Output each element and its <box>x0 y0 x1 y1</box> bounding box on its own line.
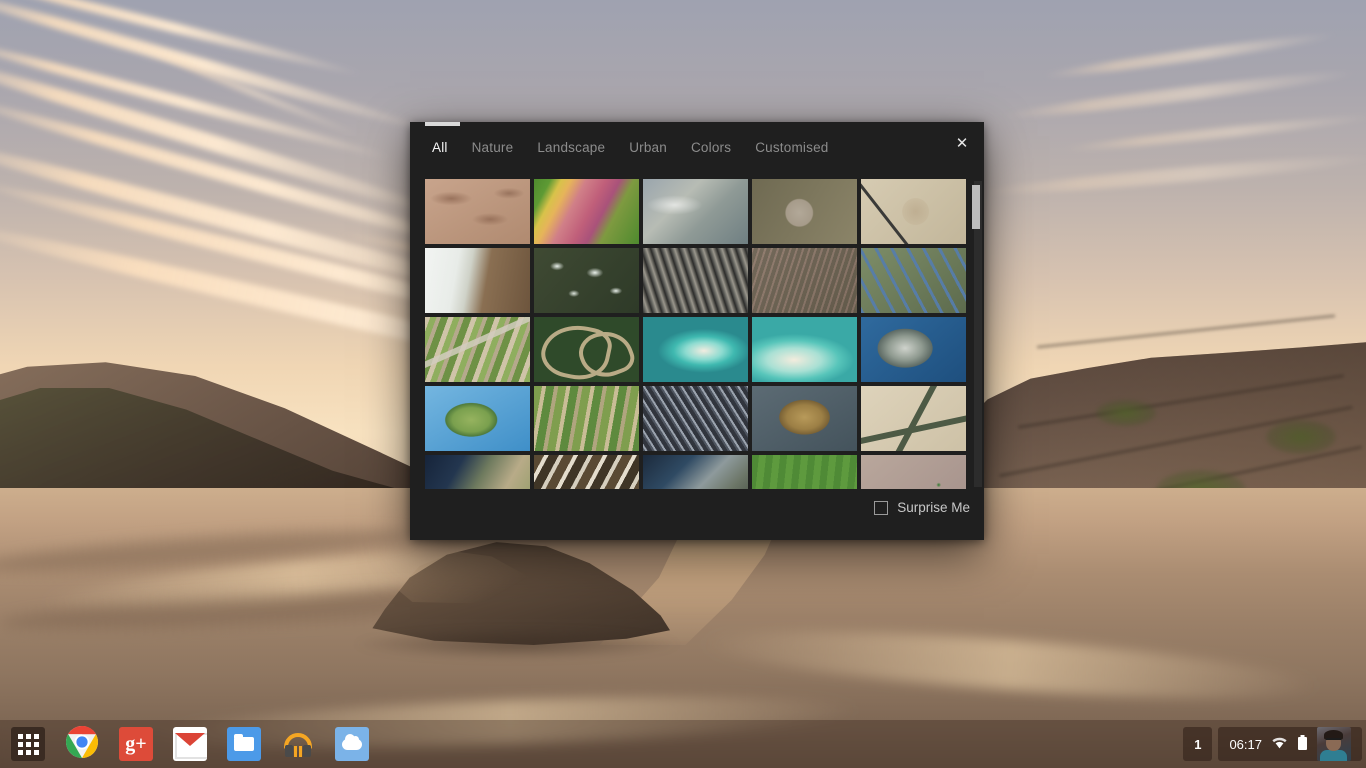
avatar[interactable] <box>1317 727 1351 761</box>
wallpaper-thumb-desert-dunes[interactable] <box>425 179 530 244</box>
wallpaper-thumb-braided-rivers[interactable] <box>861 248 966 313</box>
picker-header: All Nature Landscape Urban Colors Custom… <box>410 122 984 179</box>
wallpaper-thumb-road-through-fields[interactable] <box>425 317 530 382</box>
wallpaper-thumb-green-farmland[interactable] <box>752 455 857 489</box>
shelf-item-play-music[interactable] <box>276 722 320 766</box>
tab-customised[interactable]: Customised <box>755 140 828 155</box>
surprise-me-label: Surprise Me <box>897 500 970 515</box>
wallpaper-grid[interactable] <box>425 179 970 489</box>
picker-footer: Surprise Me <box>410 488 984 540</box>
tab-landscape[interactable]: Landscape <box>537 140 605 155</box>
surprise-me-checkbox[interactable]: Surprise Me <box>874 500 970 515</box>
wallpaper-thumb-reef-rock[interactable] <box>752 386 857 451</box>
grid-icon <box>11 727 45 761</box>
wallpaper-thumb-desert-circles[interactable] <box>861 179 966 244</box>
folder-icon <box>227 727 261 761</box>
wifi-icon <box>1271 736 1288 752</box>
wallpaper-thumb-terraced-fields[interactable] <box>534 455 639 489</box>
wallpaper-grid-area[interactable] <box>410 179 984 489</box>
status-tray: 1 06:17 <box>1183 727 1366 761</box>
tab-colors[interactable]: Colors <box>691 140 731 155</box>
wallpaper-thumb-canyon-ridges[interactable] <box>752 248 857 313</box>
shelf: g+ 1 06:17 <box>0 720 1366 768</box>
google-plus-icon: g+ <box>119 727 153 761</box>
wallpaper-thumb-orchard-rows[interactable] <box>861 455 966 489</box>
wallpaper-thumb-frost-patterns[interactable] <box>643 386 748 451</box>
wallpaper-thumb-green-island[interactable] <box>425 386 530 451</box>
shelf-item-files[interactable] <box>222 722 266 766</box>
wallpaper-thumb-turquoise-lagoon[interactable] <box>643 317 748 382</box>
wallpaper-thumb-coastal-village[interactable] <box>425 455 530 489</box>
wallpaper-thumb-meandering-river[interactable] <box>534 317 639 382</box>
wallpaper-thumb-rocky-island[interactable] <box>861 317 966 382</box>
wallpaper-thumb-river-delta[interactable] <box>643 455 748 489</box>
headphones-icon <box>281 725 315 764</box>
shelf-app-list: g+ <box>0 722 374 766</box>
chrome-icon <box>65 725 99 764</box>
rock-shadow <box>352 628 682 660</box>
cloud-icon <box>335 727 369 761</box>
wallpaper-thumb-snowy-mountains[interactable] <box>534 248 639 313</box>
grid-scrollbar-thumb[interactable] <box>972 185 980 229</box>
shelf-item-wallpaper-picker[interactable] <box>330 722 374 766</box>
clock: 06:17 <box>1229 736 1262 752</box>
gmail-icon <box>173 727 207 761</box>
battery-icon <box>1297 734 1308 754</box>
shelf-item-app-launcher[interactable] <box>6 722 50 766</box>
shelf-item-google-plus[interactable]: g+ <box>114 722 158 766</box>
notification-count: 1 <box>1194 736 1202 752</box>
wallpaper-thumb-glacier-edge[interactable] <box>425 248 530 313</box>
close-icon[interactable]: ✕ <box>949 130 975 156</box>
notification-counter[interactable]: 1 <box>1183 727 1213 761</box>
shelf-item-gmail[interactable] <box>168 722 212 766</box>
wallpaper-thumb-tulip-fields[interactable] <box>534 179 639 244</box>
category-tabs[interactable]: All Nature Landscape Urban Colors Custom… <box>432 140 828 155</box>
shelf-item-chrome[interactable] <box>60 722 104 766</box>
tab-urban[interactable]: Urban <box>629 140 667 155</box>
system-tray[interactable]: 06:17 <box>1218 727 1362 761</box>
surprise-me-checkbox-box[interactable] <box>874 500 889 515</box>
wallpaper-thumb-ice-floe[interactable] <box>643 179 748 244</box>
wallpaper-picker-dialog[interactable]: All Nature Landscape Urban Colors Custom… <box>410 122 984 540</box>
tab-all[interactable]: All <box>432 140 448 155</box>
wallpaper-thumb-farm-grid[interactable] <box>534 386 639 451</box>
tab-nature[interactable]: Nature <box>472 140 514 155</box>
grid-scrollbar-track[interactable] <box>972 181 982 487</box>
wallpaper-thumb-eroded-ridges[interactable] <box>643 248 748 313</box>
wallpaper-thumb-sand-bars[interactable] <box>752 317 857 382</box>
wallpaper-thumb-crater-plain[interactable] <box>752 179 857 244</box>
wallpaper-thumb-highway-interchange[interactable] <box>861 386 966 451</box>
